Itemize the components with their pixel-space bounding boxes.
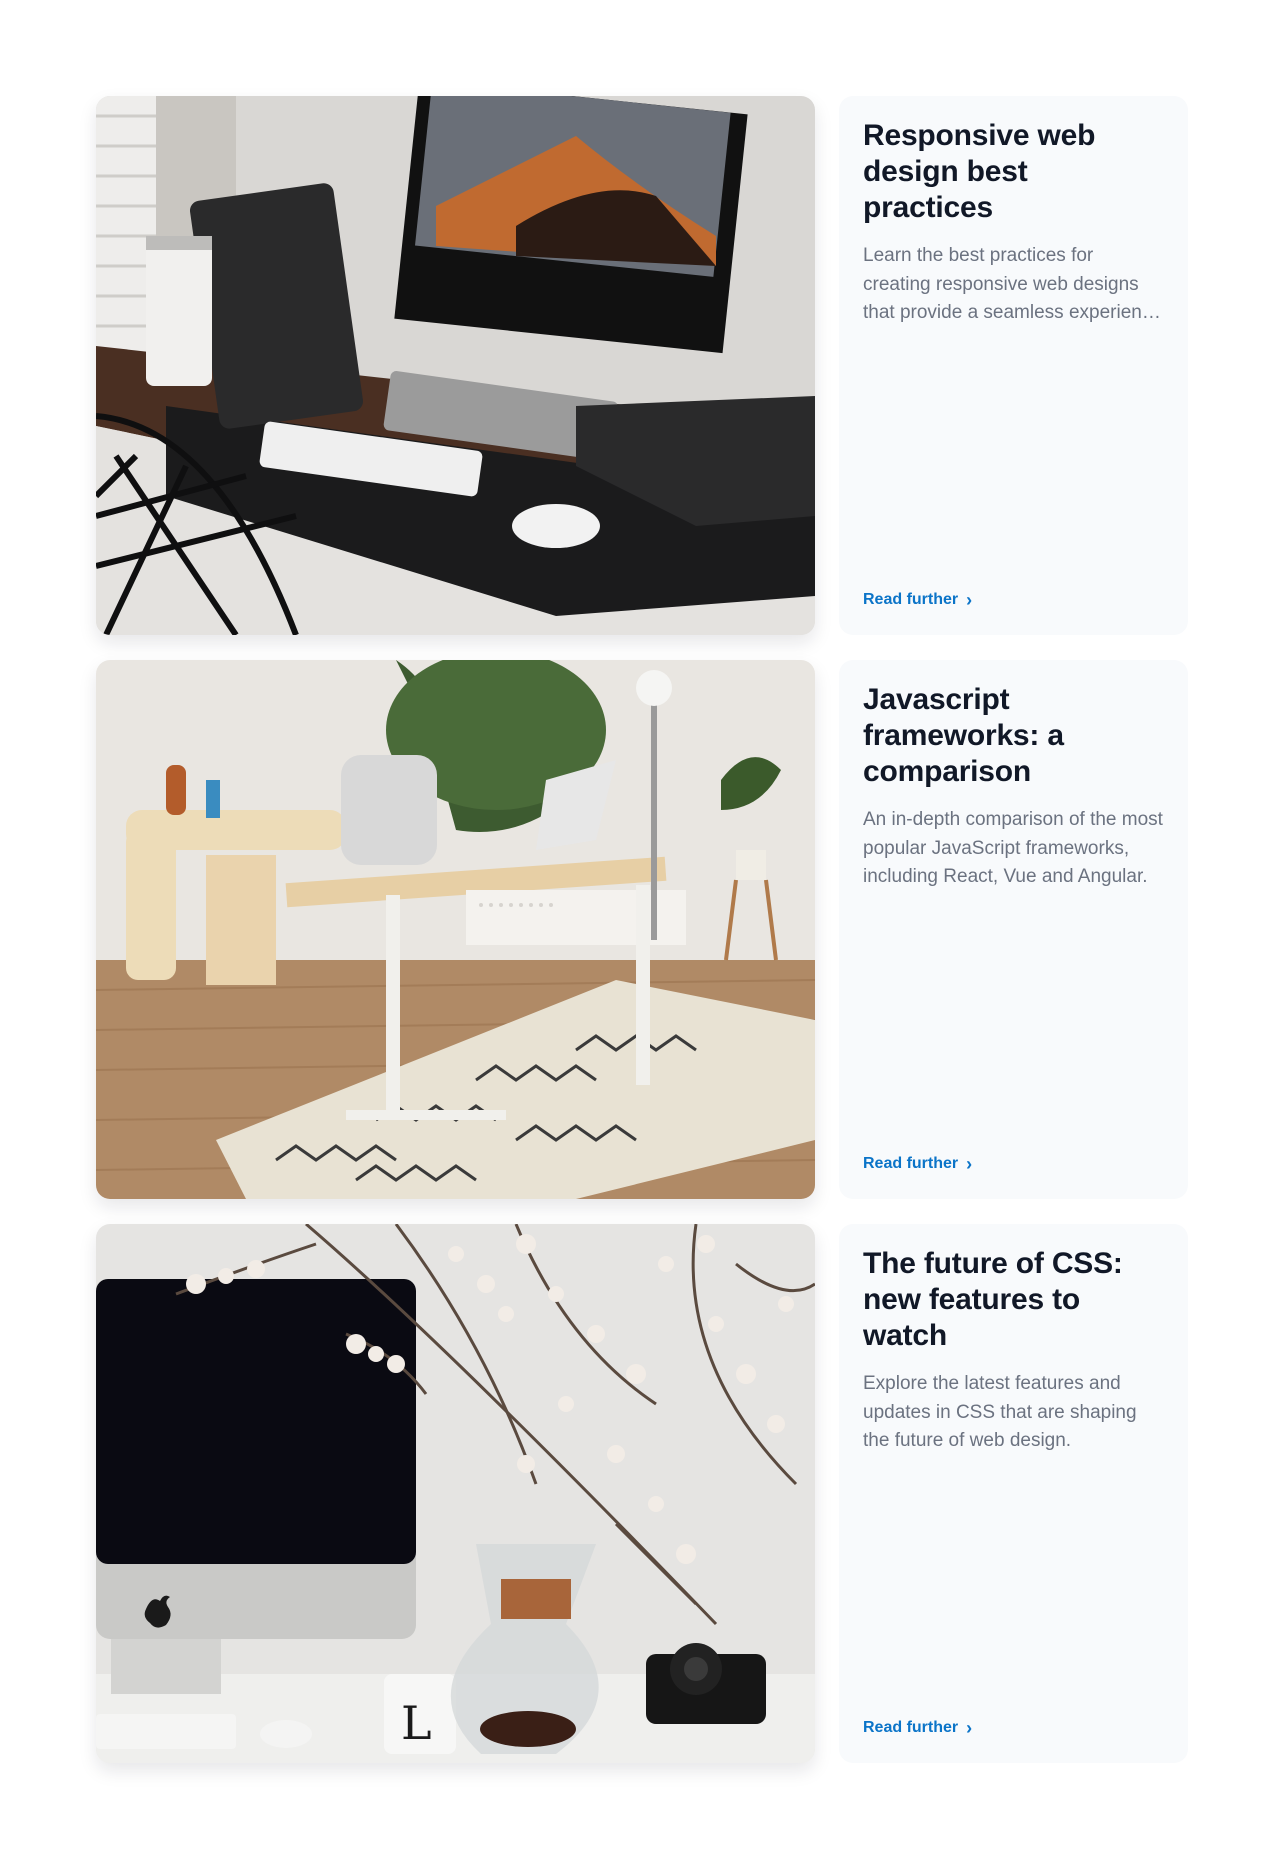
chevron-right-icon: ›	[966, 1718, 973, 1738]
post-card: The future of CSS: new features to watch…	[839, 1224, 1188, 1763]
blog-post-card: Responsive web design best practices Lea…	[96, 96, 1188, 635]
blog-post-card: L The future of CSS: new features to wat…	[96, 1224, 1188, 1763]
read-further-label: Read further	[863, 591, 959, 608]
post-image-home-office[interactable]	[96, 660, 815, 1199]
post-excerpt: Explore the latest features and updates …	[863, 1373, 1137, 1451]
post-title[interactable]: Javascript frameworks: a comparison	[863, 682, 1164, 790]
read-further-label: Read further	[863, 1155, 959, 1172]
blog-post-list: Responsive web design best practices Lea…	[96, 96, 1188, 1788]
chevron-right-icon: ›	[966, 1154, 973, 1174]
post-title[interactable]: The future of CSS: new features to watch	[863, 1246, 1164, 1354]
post-excerpt: An in-depth comparison of the most popul…	[863, 809, 1163, 887]
chevron-right-icon: ›	[966, 590, 973, 610]
imac-blossom-illustration: L	[96, 1224, 815, 1763]
post-excerpt: Learn the best practices for creating re…	[863, 245, 1162, 323]
read-further-label: Read further	[863, 1719, 959, 1736]
svg-text:L: L	[401, 1696, 432, 1750]
desk-setup-illustration	[96, 96, 815, 635]
post-card: Javascript frameworks: a comparison An i…	[839, 660, 1188, 1199]
post-card: Responsive web design best practices Lea…	[839, 96, 1188, 635]
read-further-link[interactable]: Read further ›	[863, 1719, 972, 1737]
read-further-link[interactable]: Read further ›	[863, 591, 972, 609]
post-image-imac-blossom[interactable]: L	[96, 1224, 815, 1763]
post-title[interactable]: Responsive web design best practices	[863, 118, 1164, 226]
home-office-illustration	[96, 660, 815, 1199]
blog-post-card: Javascript frameworks: a comparison An i…	[96, 660, 1188, 1199]
read-further-link[interactable]: Read further ›	[863, 1155, 972, 1173]
post-image-desk-setup[interactable]	[96, 96, 815, 635]
